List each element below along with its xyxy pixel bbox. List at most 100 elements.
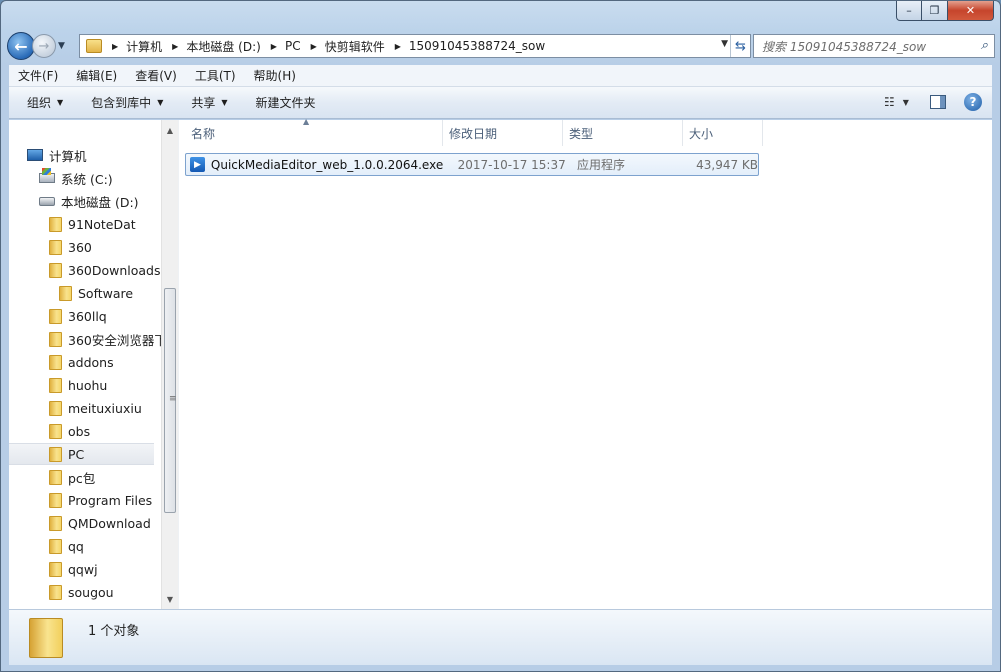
folder-icon [49,331,62,347]
change-view-icon[interactable]: ☷ ▼ [884,95,912,109]
tree-item-folder[interactable]: 91NoteDat [9,213,154,235]
tree-item-folder[interactable]: 360Downloads [9,259,161,281]
tree-label: qq [68,538,84,554]
tree-item-folder[interactable]: meituxiuxiu [9,397,154,419]
tree-item-folder[interactable]: Software [9,282,154,304]
chevron-right-icon[interactable]: ▶ [395,42,401,51]
chevron-right-icon[interactable]: ▶ [172,42,178,51]
chevron-right-icon[interactable]: ▶ [311,42,317,51]
scrollbar-thumb[interactable]: ≡ [164,288,177,513]
tree-label: qqwj [68,561,98,577]
tree-item-folder[interactable]: 360 [9,236,154,258]
column-header-date[interactable]: 修改日期 [443,120,563,146]
include-in-library-button[interactable]: 包含到库中 ▼ [81,94,173,111]
tree-item-folder[interactable]: addons [9,351,154,373]
back-button[interactable]: ← [7,32,35,60]
column-header-type[interactable]: 类型 [563,120,683,146]
tree-label: huohu [68,377,108,393]
tree-item-folder[interactable]: qqwj [9,558,154,580]
column-header-name[interactable]: 名称 ▲ [179,117,443,146]
tree-item-folder[interactable]: 360llq [9,305,154,327]
menu-tools[interactable]: 工具(T) [186,67,245,84]
folder-icon [49,561,62,577]
search-icon[interactable]: ⌕ [981,38,988,53]
drive-icon [39,196,55,206]
share-label: 共享 [191,96,216,110]
tree-item-folder[interactable]: qq [9,535,154,557]
folder-icon [49,446,62,462]
chevron-right-icon[interactable]: ▶ [112,42,118,51]
help-icon[interactable]: ? [964,93,982,111]
caption-buttons: – ❐ ✕ [896,1,994,21]
menu-help[interactable]: 帮助(H) [245,67,305,84]
chevron-right-icon[interactable]: ▶ [271,42,277,51]
tree-item-folder[interactable]: pc包 [9,466,154,488]
file-name: QuickMediaEditor_web_1.0.0.2064.exe [210,157,444,172]
folder-icon [49,584,62,600]
forward-button[interactable]: → [32,34,56,58]
column-headers: 名称 ▲ 修改日期 类型 大小 [179,117,992,146]
computer-icon [27,149,43,161]
new-folder-button[interactable]: 新建文件夹 [246,94,326,111]
tree-label: QMDownload [68,515,151,531]
command-bar: 组织 ▼ 包含到库中 ▼ 共享 ▼ 新建文件夹 ☷ ▼ ? [9,87,992,119]
breadcrumb-current[interactable]: 15091045388724_sow [409,39,545,53]
breadcrumb-pc[interactable]: PC [285,39,301,53]
address-dropdown-icon[interactable]: ▼ [721,39,728,49]
chevron-down-icon: ▼ [57,98,64,107]
file-size: 43,947 KB [696,157,759,172]
sort-ascending-icon: ▲ [303,117,310,126]
tree-item-folder[interactable]: huohu [9,374,154,396]
folder-icon [49,262,62,278]
view-controls: ☷ ▼ ? [884,93,982,111]
folder-icon [49,400,62,416]
search-input[interactable]: 搜索 15091045388724_sow ⌕ [753,34,995,58]
tree-item-folder[interactable]: 360安全浏览器下载 [9,328,161,350]
tree-label: sougou [68,584,114,600]
breadcrumb-kuaijianji[interactable]: 快剪辑软件 [325,38,385,55]
back-arrow-icon: ← [14,36,28,56]
refresh-icon[interactable]: ⇆ [730,35,750,57]
tree-label: 计算机 [49,148,87,164]
file-date: 2017-10-17 15:37 [457,157,566,172]
details-pane: 1 个对象 [9,609,992,665]
tree-label: meituxiuxiu [68,400,142,416]
preview-pane-icon[interactable] [930,95,946,109]
grip-icon: ≡ [169,394,177,404]
column-type-label: 类型 [569,126,594,141]
tree-label: pc包 [68,470,96,486]
minimize-button[interactable]: – [896,1,922,21]
tree-label: obs [68,423,91,439]
file-type: 应用程序 [576,158,625,172]
menu-view[interactable]: 查看(V) [126,67,186,84]
tree-item-folder[interactable]: obs [9,420,154,442]
scroll-down-icon[interactable]: ▼ [162,591,178,607]
tree-item-folder[interactable]: sougou [9,581,154,603]
tree-item-computer[interactable]: 计算机 [9,144,154,166]
menu-edit[interactable]: 编辑(E) [67,67,126,84]
address-bar[interactable]: ▶ 计算机 ▶ 本地磁盘 (D:) ▶ PC ▶ 快剪辑软件 ▶ 1509104… [79,34,751,58]
breadcrumb-computer[interactable]: 计算机 [126,38,162,55]
tree-item-folder[interactable]: Program Files [9,489,154,511]
tree-item-folder[interactable]: QMDownload [9,512,154,534]
navigation-bar: ← → ▼ ▶ 计算机 ▶ 本地磁盘 (D:) ▶ PC ▶ 快剪辑软件 ▶ 1… [7,31,995,61]
menu-file[interactable]: 文件(F) [9,67,67,84]
scroll-up-icon[interactable]: ▲ [162,122,178,138]
close-button[interactable]: ✕ [948,1,994,21]
column-header-size[interactable]: 大小 [683,120,763,146]
organize-button[interactable]: 组织 ▼ [17,94,73,111]
file-row[interactable]: ▶ QuickMediaEditor_web_1.0.0.2064.exe 20… [185,153,759,176]
breadcrumb-drive-d[interactable]: 本地磁盘 (D:) [186,38,260,55]
recent-pages-dropdown[interactable]: ▼ [58,41,70,51]
share-button[interactable]: 共享 ▼ [181,94,237,111]
maximize-button[interactable]: ❐ [922,1,948,21]
tree-item-drive-d[interactable]: 本地磁盘 (D:) [9,190,154,212]
tree-item-drive-c[interactable]: 系统 (C:) [9,167,154,189]
item-count: 1 个对象 [88,624,140,639]
tree-label: addons [68,354,114,370]
tree-label: 91NoteDat [68,216,136,232]
organize-label: 组织 [27,96,52,110]
tree-item-folder-selected[interactable]: PC [9,443,154,465]
navigation-pane-scrollbar[interactable]: ▲ ≡ ▼ [161,120,178,609]
include-in-library-label: 包含到库中 [91,96,152,110]
